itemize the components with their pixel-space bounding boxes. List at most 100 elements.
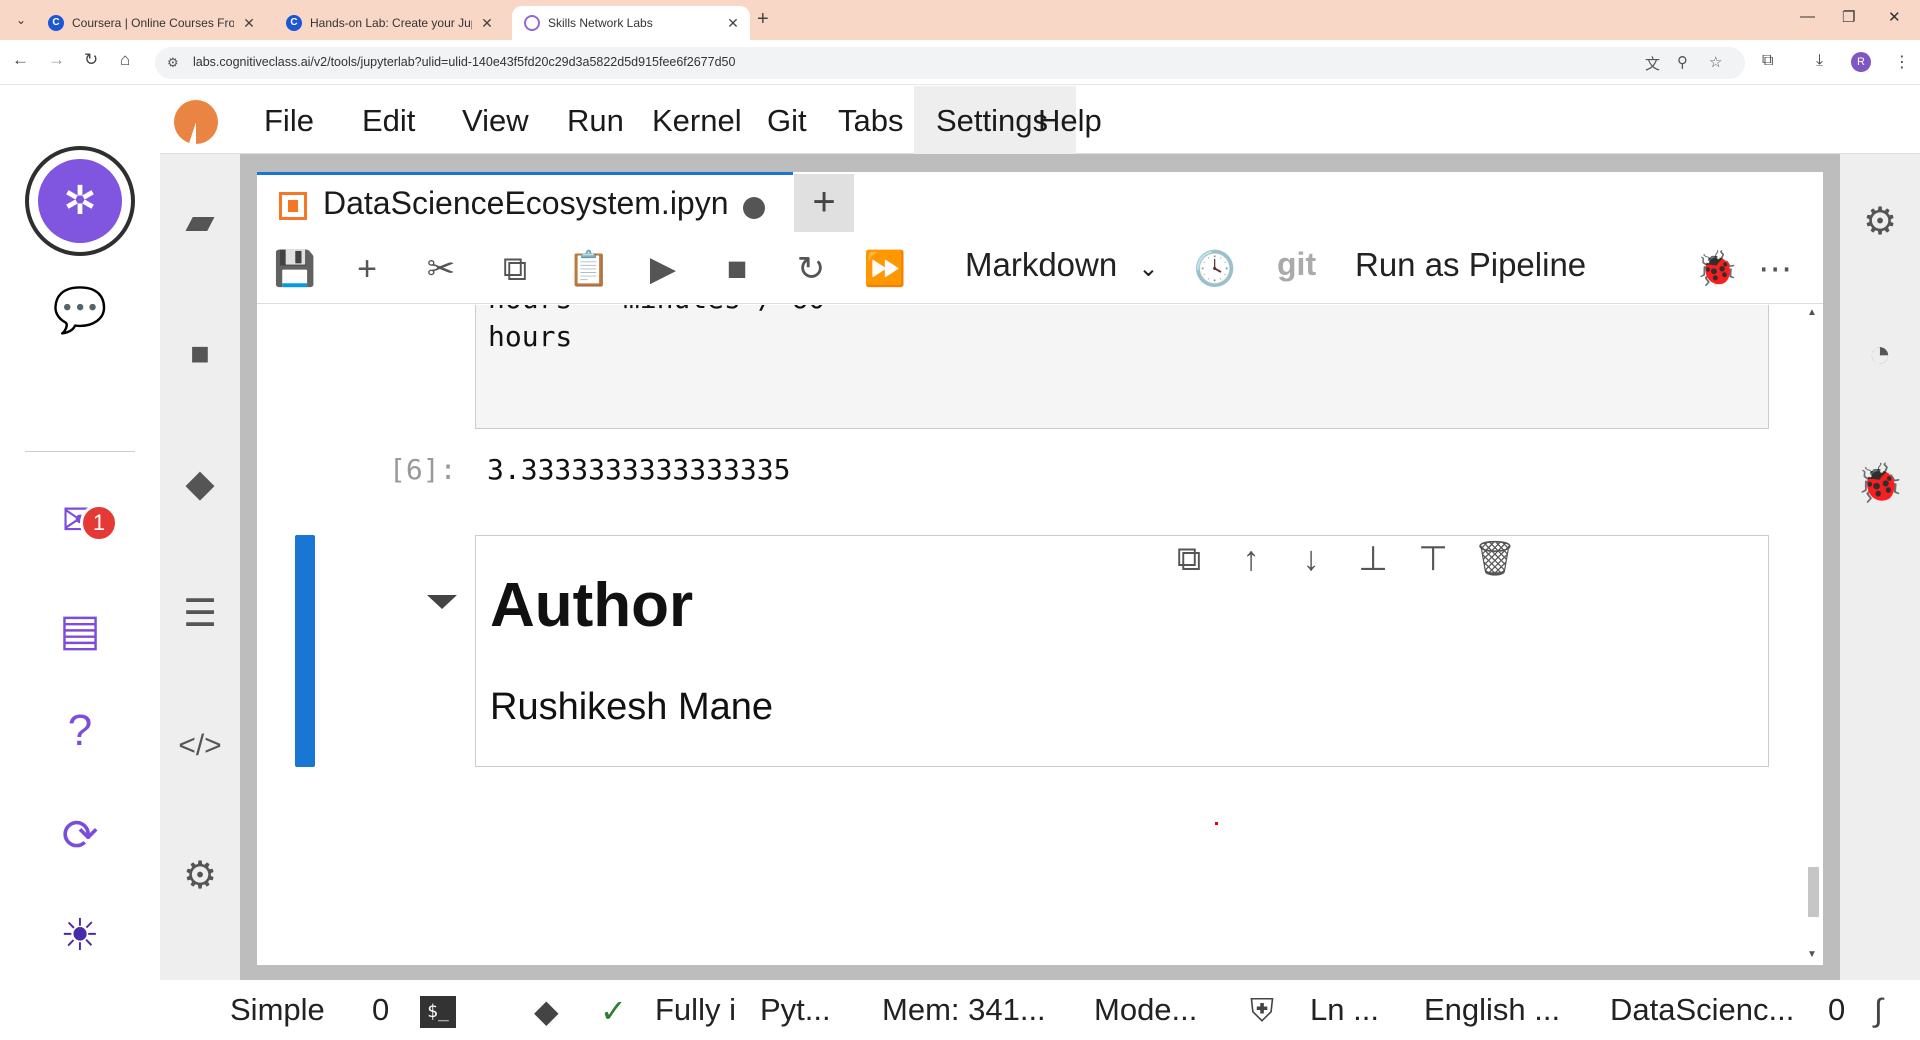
history-clock-icon[interactable]: 🕓 [1193, 248, 1237, 290]
code-line: hours [488, 320, 573, 353]
menu-kernel[interactable]: Kernel [630, 86, 764, 154]
tab-search-dropdown-icon[interactable]: ⌄ [10, 9, 32, 31]
menu-file[interactable]: File [242, 86, 336, 154]
debugger-bug-icon[interactable]: 🐞 [1695, 248, 1739, 290]
resource-usage-gauge-icon[interactable]: ◔ [1854, 328, 1906, 380]
paste-icon[interactable]: 📋 [567, 248, 611, 290]
news-icon[interactable]: ▤ [45, 596, 115, 666]
add-launcher-tab-icon[interactable]: + [794, 174, 854, 232]
file-browser-folder-icon[interactable]: ▰ [174, 196, 226, 248]
restart-run-all-icon[interactable]: ⏩ [863, 248, 907, 290]
new-tab-icon[interactable]: + [757, 8, 769, 31]
status-bar: Simple 0 $_ ◆ ✓ Fully i Pyt... Mem: 341.… [160, 980, 1920, 1040]
active-cell-indicator[interactable] [295, 535, 315, 767]
notebook-tab[interactable]: DataScienceEcosystem.ipyn [257, 172, 793, 234]
translate-icon[interactable]: 文 [1645, 53, 1660, 74]
browser-tab-title: Skills Network Labs [548, 16, 653, 30]
scroll-down-arrow-icon[interactable]: ▼ [1807, 949, 1817, 960]
markdown-cell[interactable]: ⧉ ↑ ↓ ⊥ ⊤ 🗑 Author Rushikesh Mane [475, 535, 1769, 767]
insert-cell-icon[interactable]: + [345, 248, 389, 290]
interrupt-kernel-icon[interactable]: ■ [715, 248, 759, 290]
bookmark-star-icon[interactable]: ☆ [1709, 53, 1722, 71]
notebook-tab-title: DataScienceEcosystem.ipyn [323, 185, 729, 221]
shield-icon[interactable]: ⛨ [1250, 992, 1274, 1030]
close-tab-icon[interactable]: ✕ [240, 15, 258, 32]
menu-view[interactable]: View [440, 86, 551, 154]
git-icon[interactable]: ◆ [174, 458, 226, 510]
menu-tabs[interactable]: Tabs [816, 86, 925, 154]
restart-kernel-icon[interactable]: ↻ [789, 248, 833, 290]
forward-icon[interactable]: → [48, 50, 65, 70]
line-column-indicator[interactable]: Ln ... [1310, 992, 1379, 1028]
url-text: labs.cognitiveclass.ai/v2/tools/jupyterl… [193, 55, 736, 69]
skills-network-logo[interactable]: ✲ [25, 146, 135, 256]
terminal-icon[interactable]: $_ [420, 996, 456, 1028]
close-tab-icon[interactable]: ✕ [724, 15, 742, 32]
language-indicator[interactable]: English ... [1424, 992, 1560, 1028]
git-diff-button[interactable]: git [1277, 246, 1316, 283]
insert-cell-above-icon[interactable]: ⊥ [1350, 536, 1396, 582]
browser-menu-icon[interactable]: ⋮ [1894, 52, 1910, 72]
zoom-icon[interactable]: ⚲ [1677, 53, 1688, 71]
menu-help[interactable]: Help [1016, 86, 1124, 154]
notebook-content[interactable]: hours = minutes / 60 hours [6]: 3.333333… [257, 305, 1823, 965]
run-cell-icon[interactable]: ▶ [641, 248, 685, 290]
lsp-status-icon[interactable]: ✓ [600, 992, 627, 1030]
notification-bell-icon[interactable]: ∫ [1874, 992, 1883, 1029]
profile-avatar[interactable]: R [1851, 52, 1871, 72]
delete-cell-icon[interactable]: 🗑 [1472, 536, 1518, 582]
debugger-icon[interactable]: 🐞 [1854, 458, 1906, 510]
property-inspector-gears-icon[interactable]: ⚙ [1854, 196, 1906, 248]
browser-tab-coursera[interactable]: C Coursera | Online Courses From ✕ [36, 6, 266, 40]
running-kernels-stop-icon[interactable]: ⏹ [174, 328, 226, 380]
theme-toggle-icon[interactable]: ☀ [45, 901, 115, 971]
minimize-icon[interactable]: — [1800, 8, 1815, 25]
reload-icon[interactable]: ↻ [84, 50, 98, 70]
ai-assistant-chat-icon[interactable]: 💬 [45, 276, 115, 346]
memory-usage: Mem: 341... [882, 992, 1046, 1027]
collapse-heading-icon[interactable] [427, 595, 457, 609]
cell-type-select[interactable]: Markdown ⌄ [965, 246, 1159, 284]
table-of-contents-icon[interactable]: ☰ [174, 588, 226, 640]
code-snippets-icon[interactable]: </> [174, 720, 226, 772]
more-options-icon[interactable]: ⋯ [1753, 248, 1797, 290]
site-info-icon[interactable]: ⚙ [167, 55, 179, 71]
move-cell-down-icon[interactable]: ↓ [1288, 536, 1334, 582]
extensions-icon[interactable]: ⧉ [1762, 52, 1773, 70]
browser-tab-hands-on-lab[interactable]: C Hands-on Lab: Create your Jup ✕ [274, 6, 504, 40]
restore-icon[interactable]: ❐ [1842, 8, 1855, 26]
help-icon[interactable]: ? [45, 696, 115, 766]
duplicate-cell-icon[interactable]: ⧉ [1166, 536, 1212, 582]
git-status-icon[interactable]: ◆ [534, 992, 559, 1030]
back-icon[interactable]: ← [12, 50, 29, 70]
copy-icon[interactable]: ⧉ [493, 248, 537, 290]
notification-count[interactable]: 0 [1828, 992, 1845, 1028]
address-bar[interactable]: ⚙ labs.cognitiveclass.ai/v2/tools/jupyte… [155, 47, 1745, 79]
mode-indicator[interactable]: Mode... [1094, 992, 1197, 1028]
output-prompt: [6]: [389, 453, 457, 486]
move-cell-up-icon[interactable]: ↑ [1228, 536, 1274, 582]
insert-cell-below-icon[interactable]: ⊤ [1410, 536, 1456, 582]
browser-tab-skills-network[interactable]: Skills Network Labs ✕ [512, 6, 750, 40]
run-as-pipeline-button[interactable]: Run as Pipeline [1355, 246, 1586, 284]
download-icon[interactable]: ⤓ [1816, 52, 1823, 70]
jupyterlab-right-sidebar: ⚙ ◔ 🐞 [1840, 154, 1920, 980]
scrollbar-thumb[interactable] [1808, 867, 1819, 917]
window-close-icon[interactable]: ✕ [1888, 8, 1901, 26]
property-inspector-gear-icon[interactable]: ⚙ [174, 850, 226, 902]
kernel-status[interactable]: Pyt... [760, 992, 831, 1028]
scroll-up-arrow-icon[interactable]: ▲ [1807, 307, 1817, 318]
close-tab-icon[interactable]: ✕ [478, 15, 496, 32]
simple-mode-toggle[interactable]: Simple [230, 992, 325, 1028]
home-icon[interactable]: ⌂ [120, 50, 130, 70]
lsp-status[interactable]: Fully i [655, 992, 736, 1028]
save-icon[interactable]: 💾 [273, 248, 317, 290]
code-cell-input[interactable]: hours = minutes / 60 hours [475, 305, 1769, 429]
unsaved-indicator-icon[interactable] [743, 197, 765, 219]
notebook-scrollbar[interactable]: ▲ ▼ [1804, 305, 1823, 965]
sync-icon[interactable]: ⟳ [45, 801, 115, 871]
cell-type-value: Markdown [965, 246, 1118, 283]
menu-edit[interactable]: Edit [340, 86, 437, 154]
cut-icon[interactable]: ✂ [419, 248, 463, 290]
browser-tab-title: Hands-on Lab: Create your Jup [310, 16, 472, 30]
